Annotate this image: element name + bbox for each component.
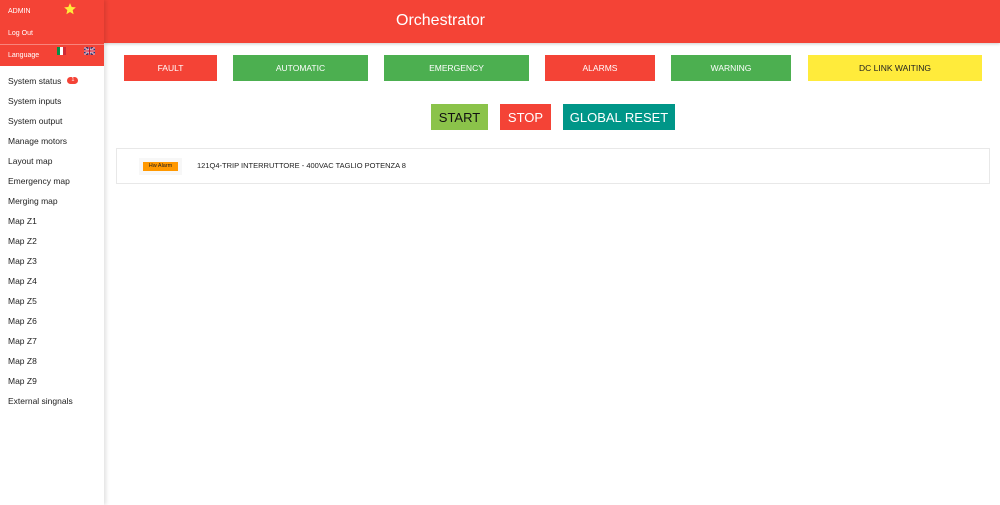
- uk-flag-icon[interactable]: [84, 47, 95, 55]
- notification-badge: 1: [67, 77, 79, 85]
- sidebar-header: ADMIN Log Out Language: [0, 0, 104, 66]
- language-label: Language: [8, 52, 40, 59]
- alarm-list: Hw Alarm 121Q4-TRIP INTERRUTTORE - 400VA…: [116, 148, 990, 184]
- app-root: ADMIN Log Out Language System status 1 Sy…: [0, 0, 1000, 505]
- sidebar-item-label: Map Z6: [8, 316, 37, 326]
- sidebar-item-map-z5[interactable]: Map Z5: [0, 291, 104, 311]
- sidebar-divider: [0, 44, 104, 45]
- user-name: ADMIN: [8, 8, 31, 15]
- sidebar-item-label: Layout map: [8, 156, 53, 166]
- sidebar-item-label: Map Z1: [8, 216, 37, 226]
- start-button[interactable]: START: [431, 104, 488, 130]
- sidebar-item-emergency-map[interactable]: Emergency map: [0, 171, 104, 191]
- star-icon[interactable]: [63, 2, 77, 16]
- sidebar-item-map-z2[interactable]: Map Z2: [0, 231, 104, 251]
- sidebar-item-label: Map Z5: [8, 296, 37, 306]
- warning-indicator: WARNING: [671, 55, 791, 81]
- emergency-indicator: EMERGENCY: [384, 55, 529, 81]
- sidebar: ADMIN Log Out Language System status 1 Sy…: [0, 0, 104, 505]
- sidebar-item-system-status[interactable]: System status 1: [0, 71, 104, 91]
- sidebar-item-merging-map[interactable]: Merging map: [0, 191, 104, 211]
- sidebar-item-label: Map Z8: [8, 356, 37, 366]
- sidebar-item-layout-map[interactable]: Layout map: [0, 151, 104, 171]
- sidebar-item-map-z4[interactable]: Map Z4: [0, 271, 104, 291]
- sidebar-item-map-z8[interactable]: Map Z8: [0, 351, 104, 371]
- automatic-indicator: AUTOMATIC: [233, 55, 368, 81]
- fault-indicator: FAULT: [124, 55, 217, 81]
- alarms-indicator: ALARMS: [545, 55, 655, 81]
- sidebar-item-label: Map Z4: [8, 276, 37, 286]
- italian-flag-icon[interactable]: [57, 47, 66, 55]
- dc-link-indicator: DC LINK WAITING: [808, 55, 982, 81]
- alarm-type-tag: Hw Alarm: [143, 162, 178, 171]
- sidebar-item-external-signals[interactable]: External singnals: [0, 391, 104, 411]
- sidebar-item-map-z3[interactable]: Map Z3: [0, 251, 104, 271]
- sidebar-item-label: Merging map: [8, 196, 58, 206]
- app-header: Orchestrator: [104, 0, 1000, 43]
- sidebar-item-manage-motors[interactable]: Manage motors: [0, 131, 104, 151]
- sidebar-nav: System status 1 System inputs System outp…: [0, 66, 104, 411]
- sidebar-item-label: Map Z3: [8, 256, 37, 266]
- sidebar-item-label: System inputs: [8, 96, 62, 106]
- sidebar-item-map-z7[interactable]: Map Z7: [0, 331, 104, 351]
- sidebar-item-system-inputs[interactable]: System inputs: [0, 91, 104, 111]
- sidebar-item-label: Map Z9: [8, 376, 37, 386]
- sidebar-item-system-output[interactable]: System output: [0, 111, 104, 131]
- sidebar-item-map-z9[interactable]: Map Z9: [0, 371, 104, 391]
- sidebar-item-label: Map Z7: [8, 336, 37, 346]
- sidebar-item-label: Emergency map: [8, 176, 70, 186]
- sidebar-item-label: External singnals: [8, 396, 73, 406]
- sidebar-item-label: Map Z2: [8, 236, 37, 246]
- sidebar-item-map-z6[interactable]: Map Z6: [0, 311, 104, 331]
- sidebar-item-map-z1[interactable]: Map Z1: [0, 211, 104, 231]
- sidebar-item-label: System output: [8, 116, 63, 126]
- logout-link[interactable]: Log Out: [8, 30, 33, 37]
- sidebar-item-label: Manage motors: [8, 136, 68, 146]
- page-title: Orchestrator: [396, 12, 485, 29]
- alarm-message: 121Q4-TRIP INTERRUTTORE - 400VAC TAGLIO …: [197, 161, 406, 170]
- sidebar-item-label: System status: [8, 76, 62, 86]
- stop-button[interactable]: STOP: [500, 104, 551, 130]
- global-reset-button[interactable]: GLOBAL RESET: [563, 104, 675, 130]
